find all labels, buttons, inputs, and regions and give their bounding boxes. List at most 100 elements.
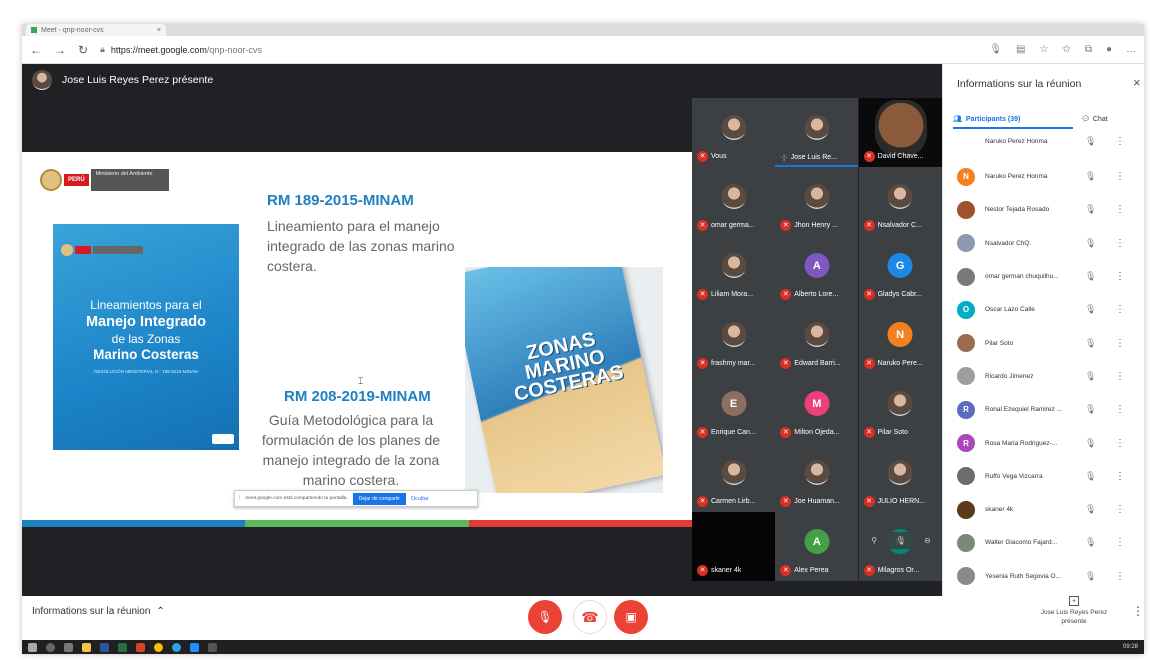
participant-tile[interactable]: G ✕ Gladys Cabr... xyxy=(858,236,942,305)
participant-tile[interactable]: ✕ Nsalvador C... xyxy=(858,167,942,236)
participant-tile[interactable]: ✕ Jhon Henry ... xyxy=(775,167,859,236)
participant-tile[interactable]: ·|· Jose Luis Re... xyxy=(775,98,859,167)
participant-tile[interactable]: ✕ JULIO HERN... xyxy=(858,443,942,512)
browser-tab[interactable]: Meet - qnp-noor-cvs × xyxy=(26,24,166,36)
participant-more-icon[interactable]: ⋮ xyxy=(1115,371,1125,382)
remove-participant-icon[interactable]: ⊖ xyxy=(924,536,931,545)
participant-more-icon[interactable]: ⋮ xyxy=(1115,338,1125,349)
participant-tile[interactable]: ✕ Edward Barri... xyxy=(775,305,859,374)
participant-tile[interactable]: A ✕ Alex Perea xyxy=(775,512,859,581)
participant-more-icon[interactable]: ⋮ xyxy=(1115,271,1125,282)
participant-list-item[interactable]: Ricardo Jimenez 🎙︎ ⋮ xyxy=(957,360,1144,393)
profile-icon[interactable]: ● xyxy=(1106,44,1112,55)
participant-list-item[interactable]: Nestor Tejada Rosado 🎙︎ ⋮ xyxy=(957,193,1144,226)
muted-mic-icon[interactable]: 🎙︎ xyxy=(1085,238,1096,249)
excel-icon[interactable] xyxy=(118,642,127,652)
participant-list-item[interactable]: Nsalvador ChQ. 🎙︎ ⋮ xyxy=(957,227,1144,260)
hide-share-bar-button[interactable]: Ocultar xyxy=(411,496,429,502)
participant-tile[interactable]: E ✕ Enrique Can... xyxy=(692,374,775,443)
participant-more-icon[interactable]: ⋮ xyxy=(1115,438,1125,449)
participant-tile[interactable]: ✕ skaner 4k xyxy=(692,512,775,581)
presenting-button[interactable]: + Jose Luis Reyes Perez présente xyxy=(1034,596,1114,626)
favorites-icon[interactable]: ✩ xyxy=(1062,44,1070,55)
reload-icon[interactable]: ↻ xyxy=(78,44,88,56)
edge-icon[interactable] xyxy=(172,642,181,652)
participant-more-icon[interactable]: ⋮ xyxy=(1115,537,1125,548)
participant-tile[interactable]: ✕ Vous xyxy=(692,98,775,167)
participant-tile[interactable]: N ✕ Naruko Pere... xyxy=(858,305,942,374)
muted-mic-icon[interactable]: 🎙︎ xyxy=(1085,371,1096,382)
participant-list-item[interactable]: Ruffo Vega Vizcarra 🎙︎ ⋮ xyxy=(957,460,1144,493)
reader-icon[interactable]: ▤ xyxy=(1016,44,1025,55)
muted-mic-icon[interactable]: 🎙︎ xyxy=(1085,171,1096,182)
mic-toggle-button[interactable]: 🎙︎ xyxy=(528,600,562,634)
share-bar-grip-icon[interactable]: ⁞ xyxy=(239,496,240,501)
participant-more-icon[interactable]: ⋮ xyxy=(1115,571,1125,582)
mute-participant-icon[interactable]: 🎙︎ xyxy=(895,536,905,545)
participant-more-icon[interactable]: ⋮ xyxy=(1115,471,1125,482)
powerpoint-icon[interactable] xyxy=(136,642,145,652)
muted-mic-icon[interactable]: 🎙︎ xyxy=(1085,404,1096,415)
muted-mic-icon[interactable]: 🎙︎ xyxy=(1085,537,1096,548)
participant-tile[interactable]: ✕ Carmen Lirb... xyxy=(692,443,775,512)
participant-tile[interactable]: ✕ omar germa... xyxy=(692,167,775,236)
participant-list-item[interactable]: Walter Giacomo Fajard... 🎙︎ ⋮ xyxy=(957,526,1144,559)
collections-icon[interactable]: ⧉ xyxy=(1085,44,1092,55)
participant-tile[interactable]: ✕ Liliam Mora... xyxy=(692,236,775,305)
camera-toggle-button[interactable]: ▣ xyxy=(614,600,648,634)
tab-chat[interactable]: 💬︎ Chat xyxy=(1081,115,1108,124)
participant-list-item[interactable]: Yesenia Ruth Segovia O... 🎙︎ ⋮ xyxy=(957,560,1144,593)
url-field[interactable]: 🔒︎ https://meet.google.com/qnp-noor-cvs xyxy=(100,44,262,55)
participant-list-item[interactable]: omar german chuquilhu... 🎙︎ ⋮ xyxy=(957,260,1144,293)
app2-icon[interactable] xyxy=(208,642,217,652)
participant-more-icon[interactable]: ⋮ xyxy=(1115,171,1125,182)
participant-list-item[interactable]: skaner 4k 🎙︎ ⋮ xyxy=(957,493,1144,526)
stop-sharing-button[interactable]: Dejar de compartir xyxy=(352,492,406,505)
muted-mic-icon[interactable]: 🎙︎ xyxy=(1085,471,1096,482)
more-options-icon[interactable]: ⋮ xyxy=(1132,604,1144,618)
muted-mic-icon[interactable]: 🎙︎ xyxy=(1085,438,1096,449)
close-icon[interactable]: × xyxy=(1133,75,1141,90)
participant-list-item[interactable]: O Oscar Lazo Calle 🎙︎ ⋮ xyxy=(957,293,1144,326)
muted-mic-icon[interactable]: 🎙︎ xyxy=(1085,136,1096,147)
pin-icon[interactable]: ⚲ xyxy=(871,536,877,545)
back-icon[interactable]: ← xyxy=(30,44,42,56)
participant-tile[interactable]: ✕ Joe Huaman... xyxy=(775,443,859,512)
participant-more-icon[interactable]: ⋮ xyxy=(1115,404,1125,415)
participant-more-icon[interactable]: ⋮ xyxy=(1115,136,1125,147)
tab-close-icon[interactable]: × xyxy=(157,27,161,34)
muted-mic-icon[interactable]: 🎙︎ xyxy=(1085,204,1096,215)
participant-tile[interactable]: M ✕ Milton Ojeda... xyxy=(775,374,859,443)
participant-more-icon[interactable]: ⋮ xyxy=(1115,304,1125,315)
participant-tile[interactable]: ✕ Pilar Soto xyxy=(858,374,942,443)
participant-tile[interactable]: A ✕ Alberto Lore... xyxy=(775,236,859,305)
participant-list-item[interactable]: R Ronal Ezequiel Ramirez ... 🎙︎ ⋮ xyxy=(957,393,1144,426)
muted-mic-icon[interactable]: 🎙︎ xyxy=(1085,504,1096,515)
taskbar-search-icon[interactable] xyxy=(46,642,55,652)
start-icon[interactable] xyxy=(28,642,37,652)
mic-indicator-icon[interactable]: 🎙︎ xyxy=(989,44,1002,55)
task-view-icon[interactable] xyxy=(64,642,73,652)
participant-list-item[interactable]: R Rosa Maria Rodriguez-... 🎙︎ ⋮ xyxy=(957,426,1144,459)
tab-participants[interactable]: 👥︎ Participants (39) xyxy=(953,115,1077,124)
file-explorer-icon[interactable] xyxy=(82,642,91,652)
more-menu-icon[interactable]: … xyxy=(1126,44,1136,55)
participant-more-icon[interactable]: ⋮ xyxy=(1115,238,1125,249)
participant-list-item[interactable]: NNaruko Perez Honma🎙︎⋮ xyxy=(957,136,1144,160)
participant-tile[interactable]: ✕ David Chave... xyxy=(858,98,942,167)
muted-mic-icon[interactable]: 🎙︎ xyxy=(1085,304,1096,315)
muted-mic-icon[interactable]: 🎙︎ xyxy=(1085,271,1096,282)
participant-tile[interactable]: ✕ frashmy mar... xyxy=(692,305,775,374)
app-icon[interactable] xyxy=(190,642,199,652)
chrome-icon[interactable] xyxy=(154,642,163,652)
leave-call-button[interactable]: ☎︎ xyxy=(573,600,607,634)
participant-list-item[interactable]: Pilar Soto 🎙︎ ⋮ xyxy=(957,326,1144,359)
muted-mic-icon[interactable]: 🎙︎ xyxy=(1085,571,1096,582)
participant-more-icon[interactable]: ⋮ xyxy=(1115,504,1125,515)
participant-list-item[interactable]: NNaruko Perez Honma🎙︎⋮ xyxy=(957,160,1144,193)
meeting-details-button[interactable]: Informations sur la réunion ⌃ xyxy=(32,606,165,617)
muted-mic-icon[interactable]: 🎙︎ xyxy=(1085,338,1096,349)
participant-more-icon[interactable]: ⋮ xyxy=(1115,204,1125,215)
favorite-star-icon[interactable]: ☆ xyxy=(1039,44,1048,55)
word-icon[interactable] xyxy=(100,642,109,652)
